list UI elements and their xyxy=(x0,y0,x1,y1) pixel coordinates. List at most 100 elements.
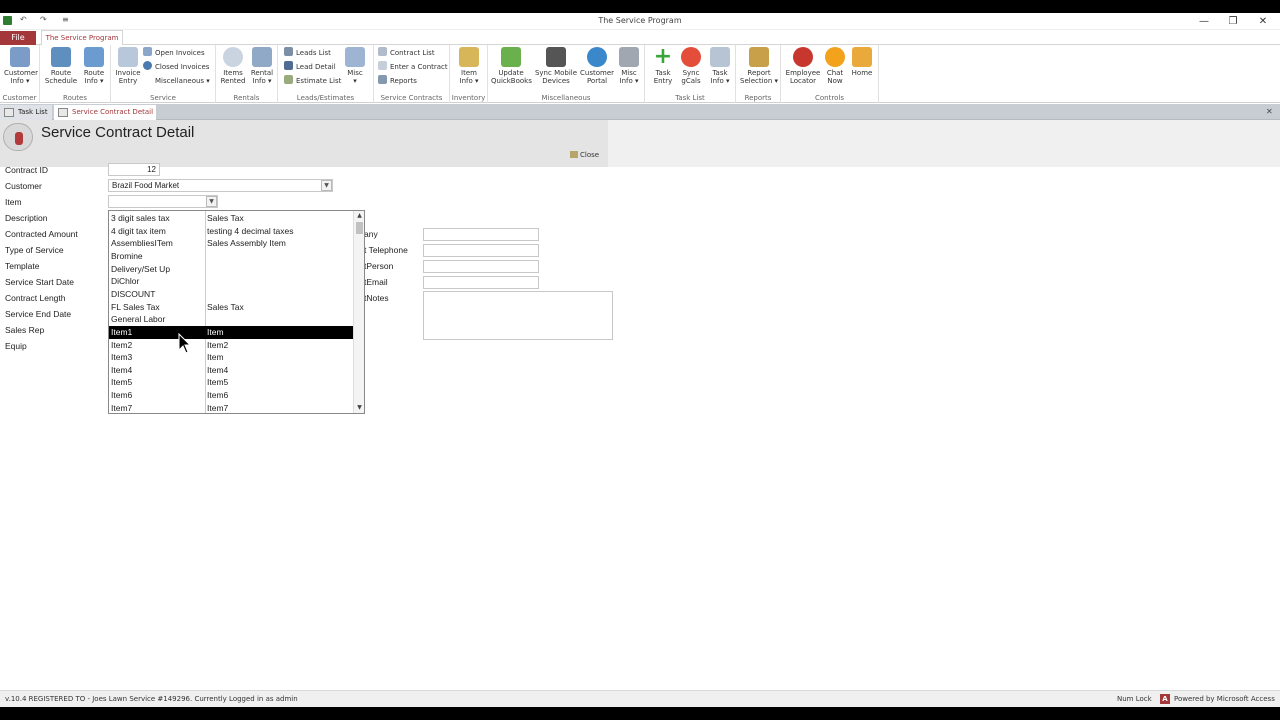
invoice-entry-icon xyxy=(118,47,138,67)
option-item-type: Item xyxy=(207,326,224,337)
option-item-type: Item6 xyxy=(207,390,229,401)
route-info-button[interactable]: Route Info ▾ xyxy=(80,47,108,85)
misc-info-tools-icon xyxy=(619,47,639,67)
tab-task-list[interactable]: Task List xyxy=(0,105,52,120)
contact-notes-field[interactable] xyxy=(423,291,613,340)
label-item: Item xyxy=(5,197,22,207)
task-entry-button[interactable]: + Task Entry xyxy=(650,46,676,85)
dropdown-option[interactable]: AssembliesITem Sales Assembly Item xyxy=(109,237,353,250)
quickbooks-icon xyxy=(501,47,521,67)
tab-service-contract-detail[interactable]: Service Contract Detail xyxy=(54,105,156,120)
dropdown-option[interactable]: Item7 Item7 xyxy=(109,402,353,413)
tab-file[interactable]: File xyxy=(0,31,36,45)
scroll-down-arrow-icon[interactable]: ▼ xyxy=(354,403,364,413)
invoice-entry-button[interactable]: Invoice Entry xyxy=(114,47,142,85)
tab-the-service-program[interactable]: The Service Program xyxy=(41,30,123,46)
contract-list-button[interactable]: Contract List xyxy=(378,47,435,60)
application-window: ↶ ↷ ≡ The Service Program — ❐ ✕ File The… xyxy=(0,13,1280,707)
miscellaneous-menu-button[interactable]: Miscellaneous ▾ xyxy=(155,75,210,88)
dropdown-option[interactable]: 3 digit sales tax Sales Tax xyxy=(109,212,353,225)
dropdown-option[interactable]: Bromine xyxy=(109,250,353,263)
closed-invoices-button[interactable]: Closed Invoices xyxy=(143,61,209,74)
label-description: Description xyxy=(5,213,48,223)
scroll-up-arrow-icon[interactable]: ▲ xyxy=(354,211,364,221)
dropdown-option[interactable]: Item6 Item6 xyxy=(109,389,353,402)
dropdown-option[interactable]: FL Sales Tax Sales Tax xyxy=(109,301,353,314)
chrome-icon xyxy=(681,47,701,67)
item-dropdown-list[interactable]: 3 digit sales tax Sales Tax 4 digit tax it… xyxy=(108,210,365,414)
report-selection-button[interactable]: Report Selection ▾ xyxy=(739,47,779,85)
option-item-name: DISCOUNT xyxy=(111,288,156,299)
close-document-button[interactable]: ✕ xyxy=(1266,107,1273,116)
form-logo-icon xyxy=(3,123,33,151)
label-service-end-date: Service End Date xyxy=(5,309,72,319)
leads-list-icon xyxy=(284,47,293,56)
restore-button[interactable]: ❐ xyxy=(1219,14,1247,29)
contact-person-field[interactable] xyxy=(423,260,539,273)
dropdown-option[interactable]: Item5 Item5 xyxy=(109,376,353,389)
item-info-button[interactable]: Item Info ▾ xyxy=(455,47,483,85)
company-field[interactable] xyxy=(423,228,539,241)
reports-small-button[interactable]: Reports xyxy=(378,75,417,88)
leads-list-button[interactable]: Leads List xyxy=(284,47,331,60)
dropdown-option[interactable]: General Labor xyxy=(109,313,353,326)
dropdown-option[interactable]: Item2 Item2 xyxy=(109,339,353,352)
contact-email-field[interactable] xyxy=(423,276,539,289)
task-info-button[interactable]: Task Info ▾ xyxy=(706,47,734,85)
contract-list-icon xyxy=(378,47,387,56)
route-schedule-icon xyxy=(51,47,71,67)
sync-gcals-button[interactable]: Sync gCals xyxy=(678,47,704,85)
dropdown-option[interactable]: Item1 Item xyxy=(109,325,353,339)
option-item-name: Item4 xyxy=(111,364,133,375)
item-dropdown-arrow-icon[interactable]: ▼ xyxy=(206,196,217,207)
home-button[interactable]: Home xyxy=(850,47,874,77)
minimize-button[interactable]: — xyxy=(1190,14,1218,29)
label-type-of-service: Type of Service xyxy=(5,245,64,255)
contact-telephone-field[interactable] xyxy=(423,244,539,257)
dropdown-option[interactable]: DiChlor xyxy=(109,275,353,288)
contract-id-field[interactable]: 12 xyxy=(108,163,160,176)
option-item-type: Item7 xyxy=(207,402,229,413)
option-item-type: Sales Tax xyxy=(207,213,244,223)
lead-detail-button[interactable]: Lead Detail xyxy=(284,61,336,74)
estimate-list-button[interactable]: Estimate List xyxy=(284,75,341,88)
dropdown-option[interactable]: Item4 Item4 xyxy=(109,364,353,377)
customer-portal-button[interactable]: Customer Portal xyxy=(580,47,614,85)
customer-combobox[interactable]: Brazil Food Market xyxy=(108,179,333,192)
form-header: Service Contract Detail Close xyxy=(0,120,1280,167)
dropdown-scrollbar[interactable]: ▲ ▼ xyxy=(353,211,364,413)
dropdown-option[interactable]: 4 digit tax item testing 4 decimal taxes xyxy=(109,225,353,238)
update-quickbooks-button[interactable]: Update QuickBooks xyxy=(491,47,532,85)
scroll-thumb[interactable] xyxy=(356,222,363,234)
rental-info-button[interactable]: Rental Info ▾ xyxy=(248,47,276,85)
label-contact-email: tEmail xyxy=(364,277,388,287)
option-item-name: 4 digit tax item xyxy=(111,225,166,236)
item-info-icon xyxy=(459,47,479,67)
option-item-type: Sales Tax xyxy=(207,301,244,312)
items-rented-button[interactable]: Items Rented xyxy=(219,47,247,85)
label-contact-telephone: t Telephone xyxy=(364,245,408,255)
enter-contract-button[interactable]: Enter a Contract xyxy=(378,61,448,74)
dropdown-option[interactable]: Delivery/Set Up xyxy=(109,263,353,276)
close-form-button[interactable]: Close xyxy=(570,151,599,159)
item-combobox[interactable] xyxy=(108,195,218,208)
close-window-button[interactable]: ✕ xyxy=(1249,14,1277,29)
sync-mobile-devices-button[interactable]: Sync Mobile Devices xyxy=(534,47,578,85)
dropdown-option[interactable]: Item3 Item xyxy=(109,351,353,364)
employee-locator-button[interactable]: Employee Locator xyxy=(784,47,822,85)
route-schedule-button[interactable]: Route Schedule xyxy=(44,47,78,85)
option-item-type: testing 4 decimal taxes xyxy=(207,225,294,236)
misc-leads-icon xyxy=(345,47,365,67)
chat-now-button[interactable]: Chat Now xyxy=(824,47,846,85)
open-invoices-button[interactable]: Open Invoices xyxy=(143,47,205,60)
document-tabs: Task List Service Contract Detail ✕ xyxy=(0,104,1280,120)
label-service-start-date: Service Start Date xyxy=(5,277,74,287)
misc-info-button[interactable]: Misc Info ▾ xyxy=(616,47,642,85)
customer-dropdown-arrow-icon[interactable]: ▼ xyxy=(321,180,332,191)
chat-person-icon xyxy=(825,47,845,67)
dropdown-option[interactable]: DISCOUNT xyxy=(109,288,353,301)
customer-info-button[interactable]: Customer Info ▾ xyxy=(4,47,38,85)
misc-leads-button[interactable]: Misc ▾ xyxy=(344,47,366,85)
option-item-name: AssembliesITem xyxy=(111,238,173,249)
form-icon xyxy=(58,108,68,117)
